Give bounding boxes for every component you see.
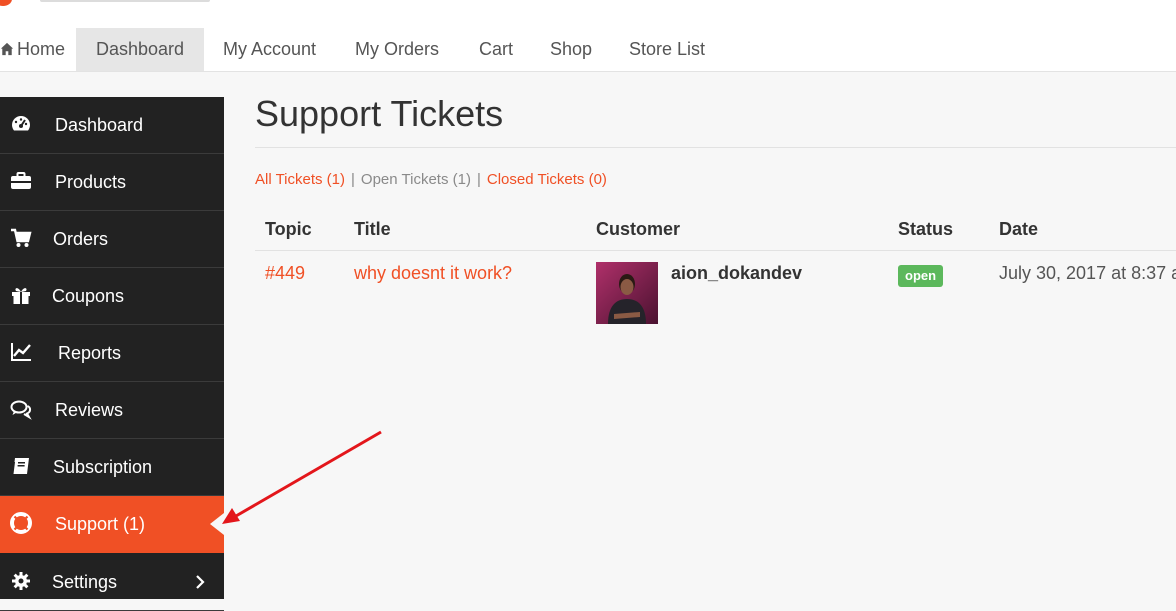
filter-separator: | <box>351 171 355 188</box>
dashboard-sidebar: Dashboard Products Orders Coupons Report… <box>0 97 224 611</box>
nav-my-account-label: My Account <box>223 39 317 59</box>
filter-open-tickets[interactable]: Open Tickets (1) <box>361 171 471 188</box>
home-icon <box>0 42 14 56</box>
sidebar-item-coupons[interactable]: Coupons <box>0 268 224 325</box>
nav-dashboard-label: Dashboard <box>95 39 185 59</box>
nav-dashboard[interactable]: Dashboard <box>76 28 204 71</box>
sidebar-item-label: Products <box>55 172 127 192</box>
title-divider <box>255 147 1176 148</box>
nav-shop[interactable]: Shop <box>550 28 592 71</box>
column-header-date: Date <box>999 219 1039 239</box>
ticket-date: July 30, 2017 at 8:37 am <box>999 263 1176 283</box>
gift-icon <box>12 288 30 304</box>
column-header-title: Title <box>354 219 391 239</box>
page-title: Support Tickets <box>255 93 504 134</box>
sidebar-item-reviews[interactable]: Reviews <box>0 382 224 439</box>
filter-all-tickets[interactable]: All Tickets (1) <box>255 171 345 188</box>
filter-closed-tickets[interactable]: Closed Tickets (0) <box>487 171 607 188</box>
sidebar-item-support[interactable]: Support (1) <box>0 496 224 553</box>
nav-my-account[interactable]: My Account <box>223 28 316 71</box>
comments-icon <box>10 400 32 420</box>
ticket-topic-link[interactable]: #449 <box>265 263 305 284</box>
nav-store-list[interactable]: Store List <box>629 28 705 71</box>
nav-cart-label: Cart <box>479 39 514 59</box>
life-ring-icon <box>10 512 32 534</box>
sidebar-item-label: Reports <box>58 343 122 363</box>
nav-cart[interactable]: Cart <box>479 28 513 71</box>
cart-icon <box>11 228 32 247</box>
sidebar-item-subscription[interactable]: Subscription <box>0 439 224 496</box>
sidebar-item-orders[interactable]: Orders <box>0 211 224 268</box>
nav-home-label: Home <box>17 39 66 59</box>
avatar-image <box>596 262 658 324</box>
line-chart-icon <box>11 343 31 361</box>
avatar <box>596 262 658 324</box>
sidebar-item-dashboard[interactable]: Dashboard <box>0 97 224 154</box>
nav-shop-label: Shop <box>550 39 593 59</box>
site-logo-text <box>40 0 210 2</box>
main-nav: Home Dashboard My Account My Orders Cart… <box>0 28 1176 72</box>
sidebar-item-label: Dashboard <box>55 115 144 135</box>
sidebar-item-reports[interactable]: Reports <box>0 325 224 382</box>
sidebar-item-settings[interactable]: Settings <box>0 554 224 611</box>
column-header-customer: Customer <box>596 219 681 239</box>
tickets-table-header: Topic Title Customer Status Date <box>255 208 1176 251</box>
gear-icon <box>12 572 30 590</box>
sidebar-item-label: Reviews <box>55 400 124 420</box>
sidebar-item-label: Coupons <box>52 286 125 306</box>
site-logo[interactable] <box>0 0 12 6</box>
site-header-strip <box>0 0 1176 29</box>
sidebar-item-products[interactable]: Products <box>0 154 224 211</box>
table-row: #449 why doesnt it work? aion_dokandev o… <box>255 251 1176 331</box>
nav-store-list-label: Store List <box>629 39 706 59</box>
sidebar-item-label: Support (1) <box>55 514 146 534</box>
nav-home[interactable]: Home <box>0 28 73 71</box>
ticket-title-link[interactable]: why doesnt it work? <box>354 263 512 284</box>
filter-separator: | <box>476 171 481 188</box>
sidebar-item-label: Settings <box>52 572 118 592</box>
briefcase-icon <box>11 172 31 189</box>
status-badge: open <box>898 265 944 287</box>
column-header-topic: Topic <box>265 219 312 239</box>
sidebar-item-label: Orders <box>53 229 109 249</box>
book-icon <box>12 458 29 475</box>
nav-my-orders[interactable]: My Orders <box>355 28 439 71</box>
ticket-filters: All Tickets (1) | Open Tickets (1) | Closed … <box>255 171 607 188</box>
chevron-right-icon <box>196 575 205 589</box>
column-header-status: Status <box>898 219 954 239</box>
customer-name: aion_dokandev <box>671 263 803 283</box>
sidebar-item-label: Subscription <box>53 457 153 477</box>
dashboard-icon <box>12 116 30 131</box>
nav-my-orders-label: My Orders <box>355 39 440 59</box>
